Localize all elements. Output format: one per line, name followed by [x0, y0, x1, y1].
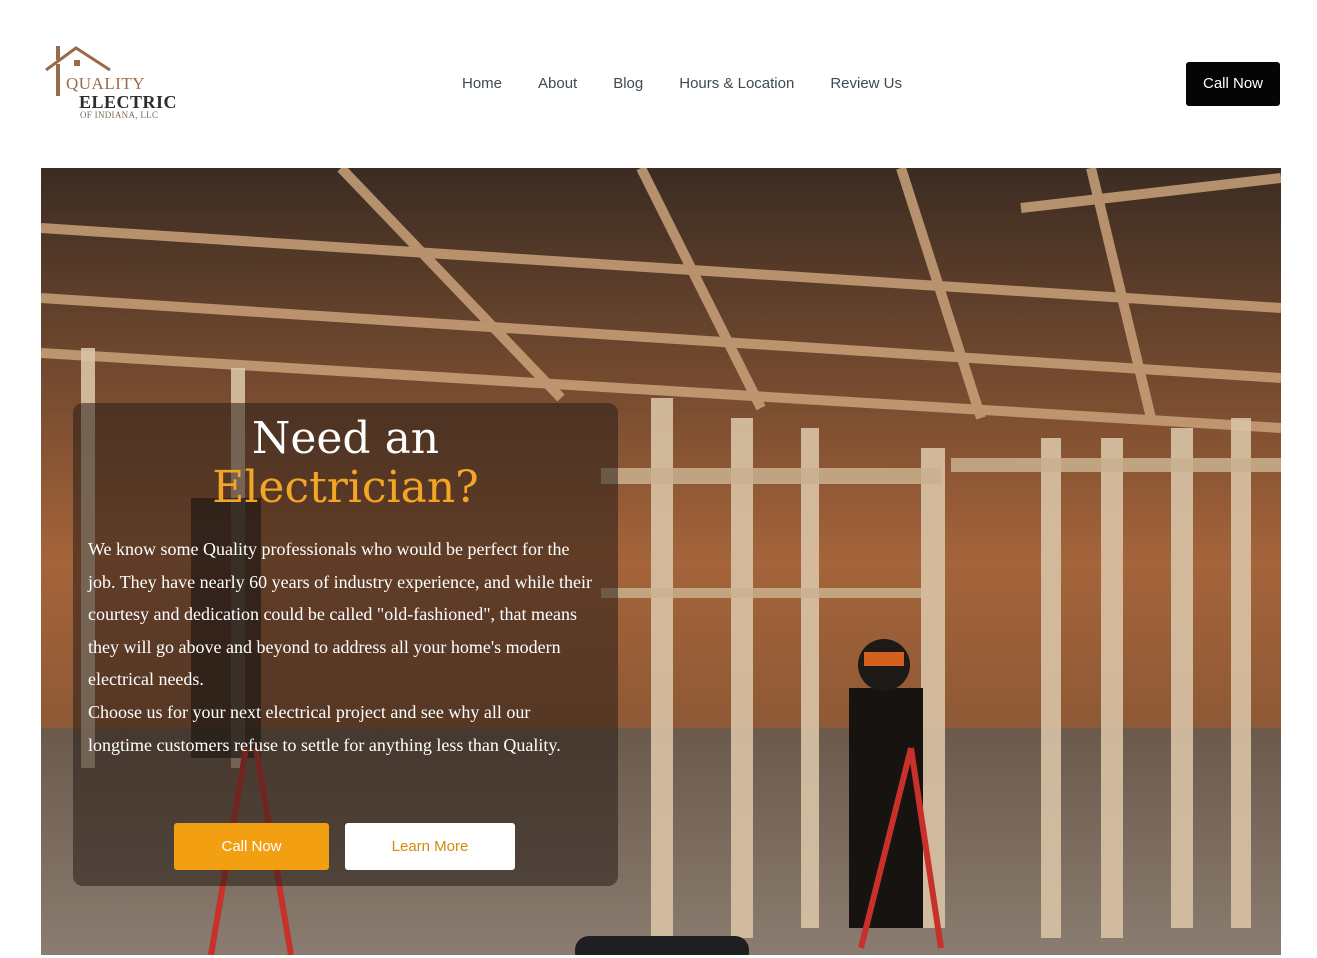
- hero-paragraph-2: Choose us for your next electrical proje…: [88, 701, 561, 755]
- nav-hours-location[interactable]: Hours & Location: [661, 73, 812, 95]
- hero-description: We know some Quality professionals who w…: [88, 533, 598, 761]
- brand-line-quality: QUALITY: [66, 74, 146, 93]
- hero-learn-more-button[interactable]: Learn More: [345, 823, 515, 870]
- header-call-now-button[interactable]: Call Now: [1186, 62, 1280, 106]
- floating-toolbar[interactable]: [575, 936, 749, 955]
- site-header: QUALITY ELECTRIC OF INDIANA, LLC Home Ab…: [0, 0, 1317, 168]
- hero-heading-line1: Need an: [251, 413, 440, 464]
- hero-text-panel: Need an Electrician? We know some Qualit…: [73, 403, 618, 886]
- brand-line-indiana: OF INDIANA, LLC: [80, 110, 159, 120]
- nav-home[interactable]: Home: [444, 73, 520, 95]
- nav-about[interactable]: About: [520, 73, 595, 95]
- brand-logo[interactable]: QUALITY ELECTRIC OF INDIANA, LLC: [40, 40, 180, 130]
- hero-section: Need an Electrician? We know some Qualit…: [41, 168, 1281, 955]
- hero-heading-line2: Electrician?: [212, 462, 479, 513]
- nav-blog[interactable]: Blog: [595, 73, 661, 95]
- hero-paragraph-1: We know some Quality professionals who w…: [88, 539, 592, 690]
- main-nav: Home About Blog Hours & Location Review …: [444, 73, 920, 95]
- nav-review-us[interactable]: Review Us: [812, 73, 920, 95]
- hero-call-now-button[interactable]: Call Now: [174, 823, 329, 870]
